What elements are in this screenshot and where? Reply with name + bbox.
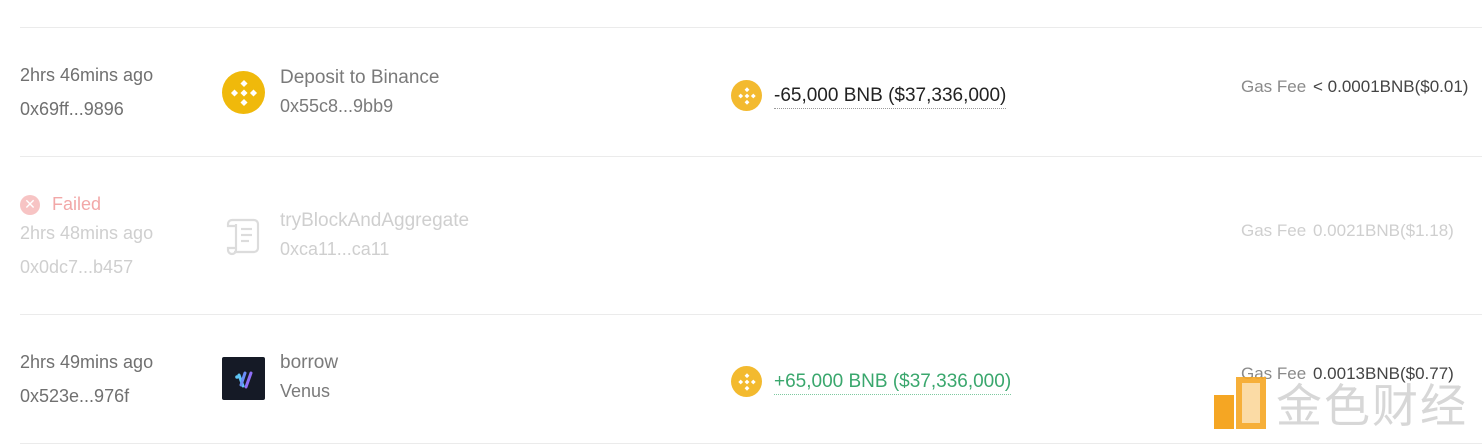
gas-fee-value: 0.0021BNB($1.18) (1313, 221, 1454, 240)
gas-fee-label: Gas Fee (1241, 77, 1307, 96)
watermark-text: 金色财经 (1276, 379, 1468, 433)
transaction-time: 2hrs 49mins ago (20, 352, 154, 372)
counterparty-name-link[interactable]: Venus (280, 381, 330, 402)
gas-fee-value: < 0.0001BNB($0.01) (1313, 77, 1469, 96)
transaction-list: 2hrs 46mins ago 0x69ff...9896 Deposit to… (0, 0, 1482, 446)
transaction-hash-link[interactable]: 0x523e...976f (20, 386, 129, 407)
counterparty-address-link[interactable]: 0xca11...ca11 (280, 239, 389, 260)
bnb-coin-icon (731, 80, 762, 111)
venus-logo-icon (222, 357, 265, 400)
transaction-row-failed[interactable]: ✕ Failed 2hrs 48mins ago 0x0dc7...b457 t… (0, 157, 1482, 314)
contract-scroll-icon (222, 212, 266, 256)
transaction-time: 2hrs 46mins ago (20, 65, 154, 85)
transaction-time: 2hrs 48mins ago (20, 223, 154, 243)
status-badge: ✕ Failed (20, 194, 101, 215)
transaction-method-name: tryBlockAndAggregate (280, 210, 470, 231)
failed-x-icon: ✕ (20, 194, 40, 215)
jinse-logo-icon (1214, 377, 1266, 429)
gas-fee-label: Gas Fee (1241, 221, 1307, 240)
transfer-amount[interactable]: -65,000 BNB ($37,336,000) (774, 85, 1007, 109)
counterparty-address-link[interactable]: 0x55c8...9bb9 (280, 96, 393, 117)
transaction-hash-link[interactable]: 0x0dc7...b457 (20, 257, 133, 278)
status-label: Failed (52, 194, 102, 214)
transaction-method-name: Deposit to Binance (280, 67, 440, 88)
transaction-hash-link[interactable]: 0x69ff...9896 (20, 99, 124, 120)
watermark: 金色财经 (1212, 370, 1468, 436)
transaction-row[interactable]: 2hrs 46mins ago 0x69ff...9896 Deposit to… (0, 28, 1482, 156)
bnb-coin-icon (731, 366, 762, 397)
binance-logo-icon (222, 71, 265, 114)
transaction-method-name: borrow (280, 352, 339, 373)
row-divider (20, 443, 1482, 444)
transfer-amount[interactable]: +65,000 BNB ($37,336,000) (774, 371, 1012, 395)
